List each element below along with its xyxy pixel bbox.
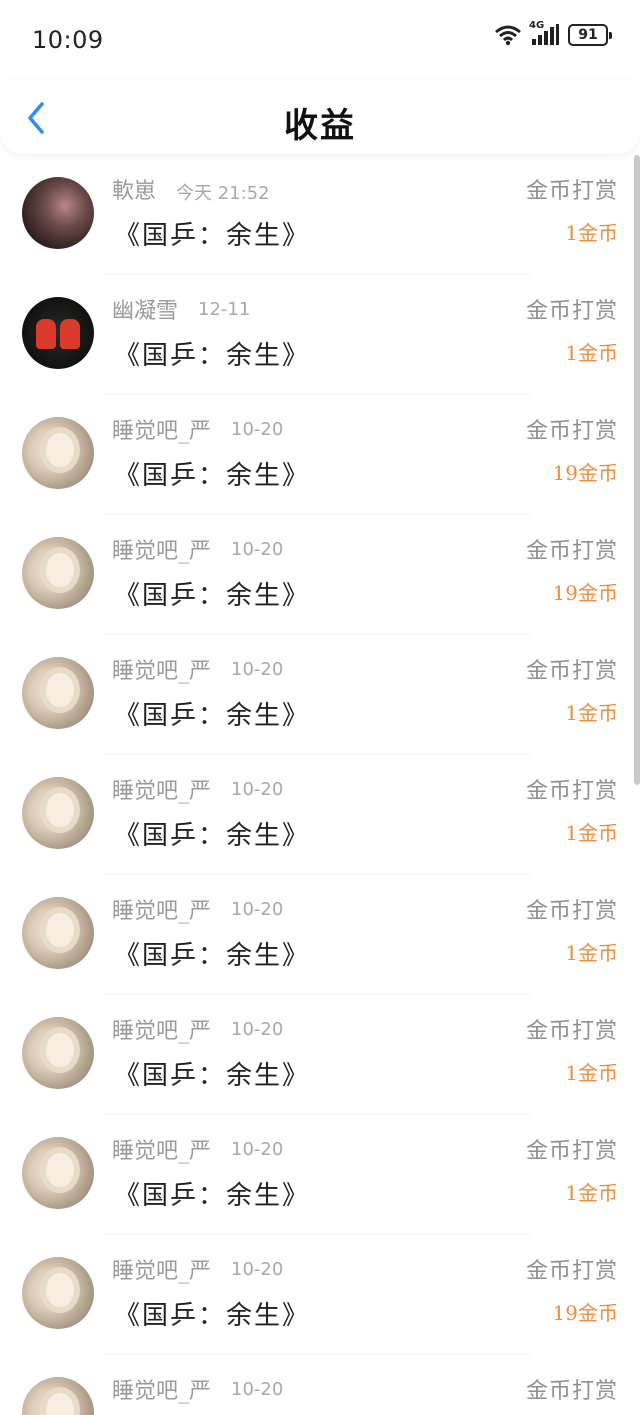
tip-type: 金币打赏 [525,1259,618,1284]
status-bar: 10:09 4G 91 [0,0,640,80]
username[interactable]: 睡觉吧_严 [112,1373,211,1405]
earnings-row[interactable]: 軟崽 今天 21:52 《国乒：余生》 金币打赏 1金币 [0,155,632,275]
network-type: 4G [529,20,545,31]
coin-amount: 19金币 [552,461,618,485]
work-title: 《国乒：余生》 [114,821,311,851]
date: 12-11 [198,299,251,320]
tip-type: 金币打赏 [525,1019,618,1044]
work-title: 《国乒：余生》 [114,701,311,731]
tip-type: 金币打赏 [525,1379,618,1404]
username[interactable]: 睡觉吧_严 [112,533,211,565]
tip-type: 金币打赏 [525,539,618,564]
date: 10-20 [231,539,284,560]
earnings-row[interactable]: 睡觉吧_严 10-20 《国乒：余生》 金币打赏 19金币 [0,395,632,515]
wifi-icon [494,24,522,46]
coin-amount: 1金币 [565,1061,618,1085]
avatar[interactable] [22,297,94,369]
work-title: 《国乒：余生》 [114,941,311,971]
username[interactable]: 睡觉吧_严 [112,1133,211,1165]
scrollbar[interactable] [634,155,640,785]
earnings-row[interactable]: 睡觉吧_严 10-20 《国乒：余生》 金币打赏 1金币 [0,875,632,995]
date: 10-20 [231,899,284,920]
username[interactable]: 睡觉吧_严 [112,1013,211,1045]
date: 10-20 [231,1259,284,1280]
avatar[interactable] [22,1377,94,1415]
username[interactable]: 睡觉吧_严 [112,773,211,805]
status-time: 10:09 [32,26,104,54]
earnings-row[interactable]: 睡觉吧_严 10-20 《国乒：余生》 金币打赏 19金币 [0,1235,632,1355]
date: 10-20 [231,1139,284,1160]
tip-type: 金币打赏 [525,899,618,924]
username[interactable]: 睡觉吧_严 [112,653,211,685]
work-title: 《国乒：余生》 [114,1061,311,1091]
avatar[interactable] [22,1257,94,1329]
avatar[interactable] [22,1017,94,1089]
avatar[interactable] [22,417,94,489]
work-title: 《国乒：余生》 [114,461,311,491]
coin-amount: 1金币 [565,341,618,365]
coin-amount: 1金币 [565,941,618,965]
earnings-row[interactable]: 睡觉吧_严 10-20 《国乒：余生》 金币打赏 1金币 [0,995,632,1115]
work-title: 《国乒：余生》 [114,341,311,371]
date: 10-20 [231,659,284,680]
coin-amount: 1金币 [565,221,618,245]
username[interactable]: 睡觉吧_严 [112,1253,211,1285]
avatar[interactable] [22,177,94,249]
header: 收益 [0,80,640,154]
tip-type: 金币打赏 [525,1139,618,1164]
coin-amount: 19金币 [552,1301,618,1325]
signal-icon: 4G [529,20,560,46]
avatar[interactable] [22,897,94,969]
avatar[interactable] [22,537,94,609]
date: 10-20 [231,1019,284,1040]
work-title: 《国乒：余生》 [114,221,311,251]
battery-icon: 91 [568,24,612,46]
work-title: 《国乒：余生》 [114,1181,311,1211]
status-icons: 4G 91 [494,20,612,46]
username[interactable]: 軟崽 [112,173,156,205]
tip-type: 金币打赏 [525,179,618,204]
work-title: 《国乒：余生》 [114,581,311,611]
earnings-row[interactable]: 睡觉吧_严 10-20 《国乒：余生》 金币打赏 19金币 [0,515,632,635]
date: 10-20 [231,419,284,440]
coin-amount: 1金币 [565,1181,618,1205]
earnings-row[interactable]: 睡觉吧_严 10-20 《国乒：余生》 金币打赏 1金币 [0,1115,632,1235]
tip-type: 金币打赏 [525,659,618,684]
date: 10-20 [231,1379,284,1400]
coin-amount: 1金币 [565,821,618,845]
earnings-row[interactable]: 幽凝雪 12-11 《国乒：余生》 金币打赏 1金币 [0,275,632,395]
earnings-row[interactable]: 睡觉吧_严 10-20 金币打赏 [0,1355,632,1415]
username[interactable]: 幽凝雪 [112,293,178,325]
tip-type: 金币打赏 [525,419,618,444]
earnings-list: 軟崽 今天 21:52 《国乒：余生》 金币打赏 1金币 幽凝雪 12-11 《国乒：余生》金… [0,155,632,1415]
coin-amount: 1金币 [565,701,618,725]
tip-type: 金币打赏 [525,779,618,804]
date: 10-20 [231,779,284,800]
avatar[interactable] [22,1137,94,1209]
username[interactable]: 睡觉吧_严 [112,413,211,445]
work-title: 《国乒：余生》 [114,1301,311,1331]
avatar[interactable] [22,777,94,849]
tip-type: 金币打赏 [525,299,618,324]
page-title: 收益 [284,106,356,146]
username[interactable]: 睡觉吧_严 [112,893,211,925]
avatar[interactable] [22,657,94,729]
earnings-row[interactable]: 睡觉吧_严 10-20 《国乒：余生》 金币打赏 1金币 [0,755,632,875]
coin-amount: 19金币 [552,581,618,605]
date: 今天 21:52 [176,183,270,204]
earnings-row[interactable]: 睡觉吧_严 10-20 《国乒：余生》 金币打赏 1金币 [0,635,632,755]
